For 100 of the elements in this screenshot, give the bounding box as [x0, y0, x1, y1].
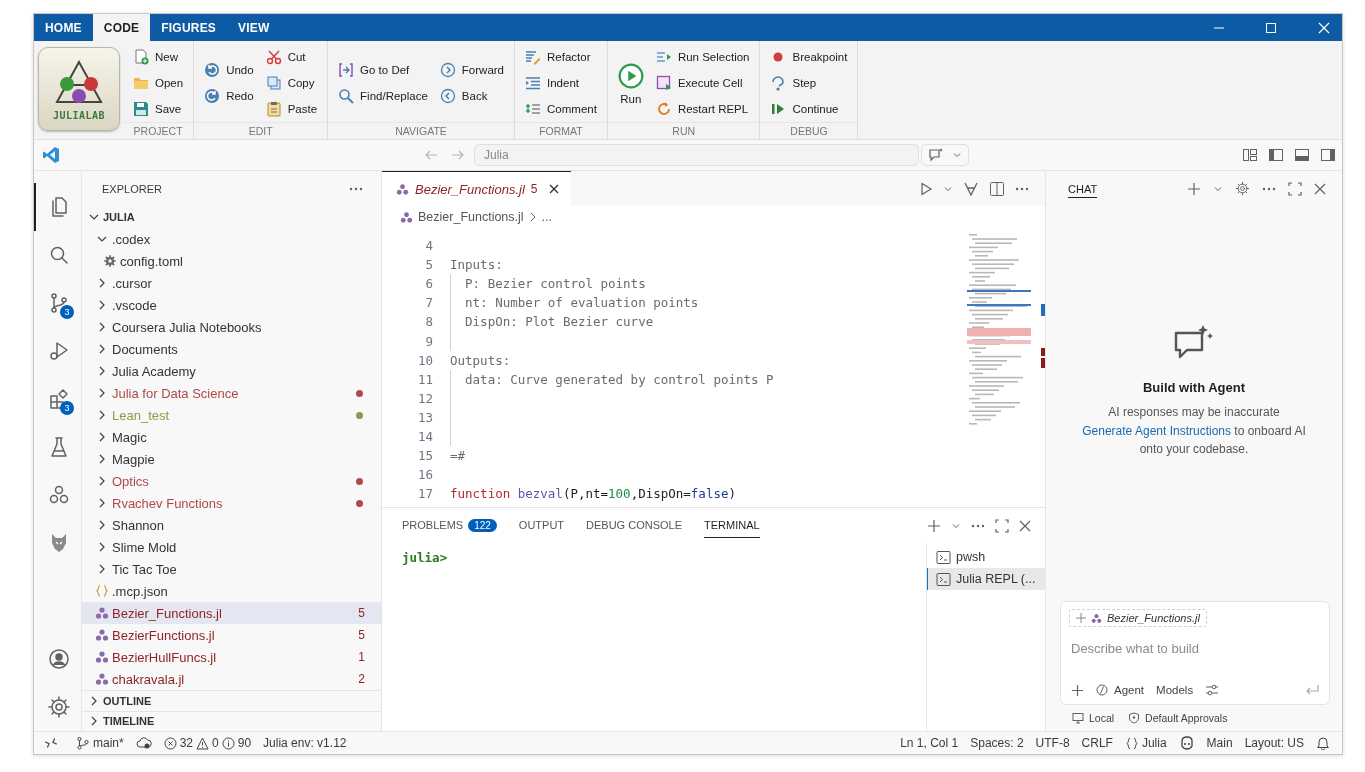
for-all-icon[interactable] [963, 180, 979, 197]
tree-item[interactable]: BezierHullFuncs.jl 1 [82, 646, 381, 668]
ribbon-tab[interactable]: FIGURES [150, 14, 228, 41]
status-item[interactable]: CRLF [1081, 736, 1113, 750]
remote-icon[interactable] [44, 736, 58, 750]
sidebar-left-icon[interactable] [1268, 147, 1284, 163]
tree-item[interactable]: Bezier_Functions.jl 5 [82, 602, 381, 624]
panel-tab[interactable]: DEBUG CONSOLE [586, 513, 683, 538]
plus-icon[interactable] [1071, 683, 1084, 697]
status-item[interactable]: Ln 1, Col 1 [900, 736, 959, 750]
tree-item[interactable]: chakravala.jl 2 [82, 668, 381, 690]
ribbon-button[interactable]: Back [439, 85, 504, 107]
ribbon-button[interactable]: Continue [770, 98, 848, 120]
ribbon-button[interactable]: Restart REPL [655, 98, 750, 120]
tree-item[interactable]: Slime Mold [82, 536, 381, 558]
sidebar-right-icon[interactable] [1320, 147, 1336, 163]
activity-bar-item[interactable]: 3 [34, 375, 81, 423]
app-logo[interactable]: JULIALAB [38, 47, 120, 131]
language-status[interactable]: Julia [1124, 736, 1167, 750]
status-item[interactable]: Layout: US [1244, 736, 1304, 750]
terminal-item[interactable]: Julia REPL (... [927, 568, 1045, 590]
ribbon-button[interactable]: Step [770, 72, 848, 94]
status-item[interactable]: UTF-8 [1035, 736, 1070, 750]
ribbon-tab[interactable]: VIEW [227, 14, 281, 41]
ribbon-button[interactable]: Forward [439, 59, 504, 81]
tree-item[interactable]: Optics [82, 470, 381, 492]
more-icon[interactable] [349, 186, 363, 191]
ribbon-button[interactable]: Save [133, 98, 184, 120]
chat-menu-button[interactable] [921, 144, 969, 166]
status-item[interactable]: Main [1206, 736, 1233, 750]
settings-icon[interactable] [46, 695, 71, 719]
panel-tab[interactable]: OUTPUT [518, 513, 565, 538]
status-item[interactable]: Julia env: v1.12 [263, 736, 347, 750]
tree-item[interactable]: BezierFunctions.jl 5 [82, 624, 381, 646]
generate-instructions-link[interactable]: Generate Agent Instructions [1082, 424, 1231, 438]
activity-bar-item[interactable]: 3 [34, 279, 81, 327]
panel-tab[interactable]: TERMINAL [704, 513, 760, 538]
tree-item[interactable]: Magpie [82, 448, 381, 470]
settings-icon[interactable] [1235, 181, 1250, 196]
ribbon-button[interactable]: Run [617, 61, 644, 105]
ribbon-button[interactable]: Undo [204, 59, 254, 81]
status-item[interactable]: Spaces: 2 [970, 736, 1024, 750]
ribbon-button[interactable]: Breakpoint [770, 46, 848, 68]
tree-item[interactable]: .cursor [82, 272, 381, 294]
plus-icon[interactable] [1187, 181, 1201, 196]
run-icon[interactable] [919, 181, 933, 196]
tree-item[interactable]: Coursera Julia Notebooks [82, 316, 381, 338]
ribbon-button[interactable]: Execute Cell [655, 72, 750, 94]
context-chip[interactable]: Bezier_Functions.jl [1069, 609, 1207, 627]
section-header[interactable]: OUTLINE [82, 690, 381, 711]
breadcrumb-item[interactable]: ... [541, 210, 553, 224]
ribbon-button[interactable]: Paste [265, 98, 318, 120]
account-icon[interactable] [46, 647, 71, 671]
sliders-icon[interactable] [1205, 683, 1220, 697]
tree-item[interactable]: Tic Tac Toe [82, 558, 381, 580]
ribbon-tab[interactable]: HOME [34, 14, 93, 41]
ribbon-button[interactable]: Go to Def [338, 59, 428, 81]
ribbon-tab[interactable]: CODE [92, 14, 151, 41]
chat-option-button[interactable]: Default Approvals [1128, 712, 1228, 724]
problems-status[interactable]: 32 0 90 [163, 736, 252, 750]
chat-option-button[interactable]: Local [1072, 712, 1115, 724]
ribbon-button[interactable]: Redo [204, 85, 254, 107]
ribbon-button[interactable]: Indent [525, 72, 597, 94]
branch-status[interactable]: main* [76, 736, 124, 750]
tree-item[interactable]: .mcp.json [82, 580, 381, 602]
tree-item[interactable]: Magic [82, 426, 381, 448]
more-icon[interactable] [1015, 186, 1029, 191]
plus-icon[interactable] [927, 518, 941, 533]
agent-mode-button[interactable]: Agent [1096, 684, 1145, 696]
panel-bottom-icon[interactable] [1294, 147, 1310, 163]
tree-item[interactable]: Rvachev Functions [82, 492, 381, 514]
more-icon[interactable] [971, 523, 985, 528]
close-icon[interactable] [1019, 519, 1031, 532]
panel-tab[interactable]: PROBLEMS 122 [402, 513, 497, 538]
models-button[interactable]: Models [1156, 684, 1194, 696]
bell-icon[interactable] [1316, 736, 1330, 750]
split-editor-icon[interactable] [989, 180, 1005, 197]
tree-item[interactable]: Shannon [82, 514, 381, 536]
terminal-item[interactable]: pwsh [927, 546, 1045, 568]
layout-icon[interactable] [1242, 147, 1258, 163]
tree-item[interactable]: Documents [82, 338, 381, 360]
more-icon[interactable] [1262, 186, 1276, 191]
folder-header[interactable]: JULIA [82, 206, 381, 228]
cloud-icon[interactable] [135, 736, 152, 750]
tree-item[interactable]: config.toml [82, 250, 381, 272]
editor-tab[interactable]: Bezier_Functions.jl 5 [382, 171, 571, 206]
chat-input-field[interactable]: Bezier_Functions.jl Describe what to build Agent Models [1060, 601, 1330, 705]
tree-item[interactable]: .codex [82, 228, 381, 250]
ribbon-button[interactable]: Refactor [525, 46, 597, 68]
ribbon-button[interactable]: Find/Replace [338, 85, 428, 107]
ribbon-button[interactable]: Open [133, 72, 184, 94]
close-icon[interactable] [547, 183, 560, 195]
close-icon[interactable] [1314, 182, 1326, 195]
ribbon-button[interactable]: New [133, 46, 184, 68]
ribbon-button[interactable]: Copy [265, 72, 318, 94]
ribbon-button[interactable]: Comment [525, 98, 597, 120]
tree-item[interactable]: Julia Academy [82, 360, 381, 382]
tree-item[interactable]: .vscode [82, 294, 381, 316]
ribbon-button[interactable]: Cut [265, 46, 318, 68]
tree-item[interactable]: Julia for Data Science [82, 382, 381, 404]
